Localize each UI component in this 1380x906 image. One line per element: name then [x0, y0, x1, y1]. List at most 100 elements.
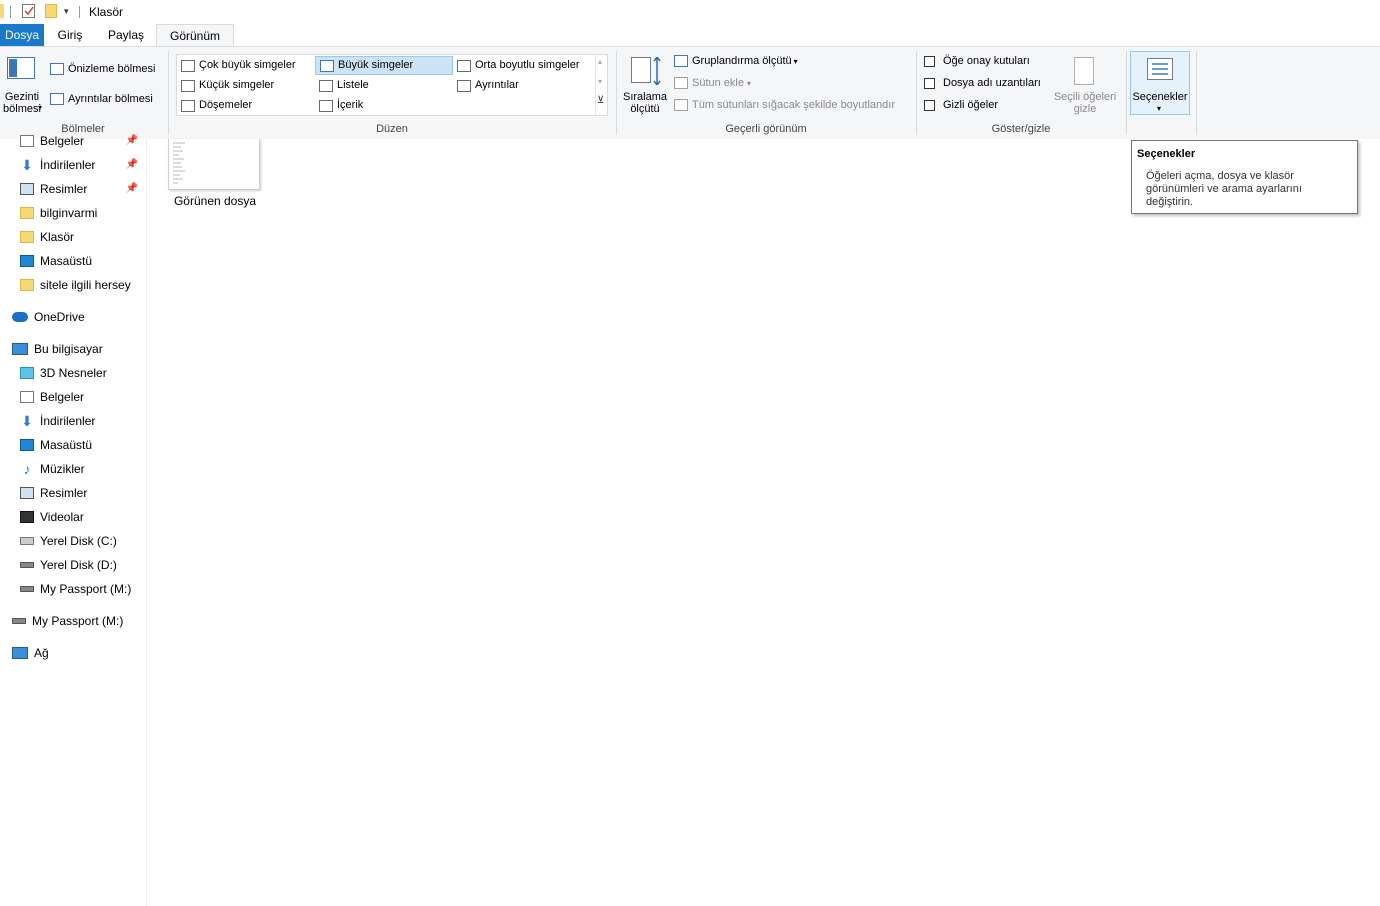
pictures-icon: [20, 183, 34, 195]
divider: [168, 51, 169, 135]
nav-item-label: Yerel Disk (D:): [40, 558, 117, 572]
nav-item-pc-desktop[interactable]: Masaüstü: [20, 435, 92, 455]
hidden-items-toggle[interactable]: Gizli öğeler: [924, 99, 998, 111]
layout-content[interactable]: İçerik: [315, 96, 453, 115]
nav-item-pictures[interactable]: Resimler 📌: [20, 179, 144, 199]
content-pane: [147, 139, 1380, 906]
sort-icon: [631, 57, 651, 83]
group-by-button[interactable]: Gruplandırma ölçütü ▾: [674, 55, 798, 67]
window-title: Klasör: [89, 5, 124, 19]
document-icon: [20, 391, 34, 403]
nav-item-pc-downloads[interactable]: ⬇ İndirilenler: [20, 411, 95, 431]
file-thumbnail[interactable]: [168, 139, 260, 190]
nav-item-label: Bu bilgisayar: [34, 342, 103, 356]
file-label[interactable]: Görünen dosya: [160, 194, 270, 208]
nav-item-label: My Passport (M:): [40, 582, 132, 596]
nav-item-3d-objects[interactable]: 3D Nesneler: [20, 363, 107, 383]
layout-medium-icons[interactable]: Orta boyutlu simgeler: [453, 56, 593, 75]
layout-tiles[interactable]: Döşemeler: [177, 96, 314, 115]
tab-view[interactable]: Görünüm: [156, 24, 234, 47]
title-bar: ▾ Klasör: [0, 0, 1380, 24]
properties-icon[interactable]: [22, 4, 35, 18]
chevron-down-icon[interactable]: ▾: [64, 6, 69, 17]
pin-icon: 📌: [125, 183, 138, 194]
chevron-down-icon[interactable]: ▾: [598, 77, 602, 86]
folder-icon: [0, 4, 4, 18]
nav-item-label: OneDrive: [34, 310, 85, 324]
nav-item-disk-d[interactable]: Yerel Disk (D:): [20, 555, 117, 575]
document-icon: [20, 135, 34, 147]
nav-item-label: Resimler: [40, 486, 88, 500]
layout-small-icons[interactable]: Küçük simgeler: [177, 76, 314, 95]
nav-item-bilginvarmi[interactable]: bilginvarmi: [20, 203, 97, 223]
music-note-icon: ♪: [23, 461, 31, 477]
layout-large-icons[interactable]: Büyük simgeler: [315, 56, 453, 75]
nav-item-videos[interactable]: Videolar: [20, 507, 84, 527]
divider: [10, 6, 11, 18]
nav-item-label: Masaüstü: [40, 438, 93, 452]
nav-item-passport-pc[interactable]: My Passport (M:): [20, 579, 131, 599]
document-preview-icon: [173, 142, 185, 184]
nav-pane-icon: [7, 57, 35, 79]
size-columns-label: Tüm sütunları sığacak şekilde boyutlandı…: [692, 99, 895, 111]
group-by-icon: [674, 55, 688, 67]
tiles-icon: [181, 99, 195, 112]
layout-extra-large-icons[interactable]: Çok büyük simgeler: [177, 56, 314, 75]
nav-item-downloads[interactable]: ⬇ İndirilenler 📌: [20, 155, 144, 175]
chevron-down-icon: ▾: [38, 103, 43, 112]
drive-icon: [20, 586, 34, 592]
hide-selected-icon: [1074, 57, 1094, 85]
tab-file[interactable]: Dosya: [0, 24, 44, 46]
tab-home[interactable]: Giriş: [48, 24, 92, 46]
add-columns-button[interactable]: Sütun ekle ▾: [674, 77, 751, 89]
options-button[interactable]: Seçenekler ▾: [1130, 51, 1190, 115]
nav-item-network[interactable]: Ağ: [12, 643, 49, 663]
large-icons-icon: [320, 59, 334, 72]
item-checkboxes-toggle[interactable]: Öğe onay kutuları: [924, 55, 1030, 67]
file-extensions-toggle[interactable]: Dosya adı uzantıları: [924, 77, 1041, 89]
hidden-items-checkbox[interactable]: [924, 99, 935, 111]
preview-pane-label: Önizleme bölmesi: [68, 63, 156, 75]
tab-share[interactable]: Paylaş: [100, 24, 152, 46]
content-icon: [319, 99, 333, 112]
hidden-items-label: Gizli öğeler: [943, 99, 999, 111]
nav-item-desktop[interactable]: Masaüstü: [20, 251, 92, 271]
nav-pane-button[interactable]: Gezinti bölmesi ▾: [2, 53, 42, 119]
nav-item-onedrive[interactable]: OneDrive: [12, 307, 85, 327]
layout-details[interactable]: Ayrıntılar: [453, 76, 593, 95]
chevron-up-icon[interactable]: ▴: [598, 57, 602, 66]
nav-item-sitele[interactable]: sitele ilgili hersey: [20, 275, 131, 295]
nav-item-documents[interactable]: Belgeler 📌: [20, 131, 144, 151]
divider: [79, 6, 80, 18]
nav-item-music[interactable]: ♪ Müzikler: [20, 459, 85, 479]
details-pane-button[interactable]: Ayrıntılar bölmesi: [50, 93, 153, 105]
item-checkboxes-checkbox[interactable]: [924, 55, 935, 67]
new-folder-icon[interactable]: [45, 4, 57, 18]
nav-item-pc-pictures[interactable]: Resimler: [20, 483, 87, 503]
nav-item-this-pc[interactable]: Bu bilgisayar: [12, 339, 103, 359]
hide-selected-button[interactable]: Seçili öğeleri gizle: [1050, 53, 1120, 119]
pictures-icon: [20, 487, 34, 499]
layout-list[interactable]: Listele: [315, 76, 453, 95]
nav-item-pc-documents[interactable]: Belgeler: [20, 387, 84, 407]
sort-by-button[interactable]: Sıralama ölçütü: [620, 53, 670, 119]
hide-selected-label: Seçili öğeleri gizle: [1053, 91, 1117, 115]
size-columns-button[interactable]: Tüm sütunları sığacak şekilde boyutlandı…: [674, 99, 895, 111]
ribbon-tabs: Dosya Giriş Paylaş Görünüm: [0, 24, 1380, 47]
nav-item-disk-c[interactable]: Yerel Disk (C:): [20, 531, 117, 551]
divider: [1196, 51, 1197, 135]
nav-item-label: bilginvarmi: [40, 206, 98, 220]
nav-item-label: İndirilenler: [40, 158, 96, 172]
file-extensions-checkbox[interactable]: [924, 77, 935, 89]
options-label: Seçenekler: [1132, 91, 1188, 103]
details-pane-label: Ayrıntılar bölmesi: [68, 93, 153, 105]
nav-pane-label: Gezinti bölmesi: [3, 91, 41, 115]
expand-gallery-icon[interactable]: ⊻: [597, 95, 604, 106]
computer-icon: [12, 343, 28, 355]
gallery-scrollbar[interactable]: ▴ ▾ ⊻: [595, 55, 608, 115]
desktop-icon: [20, 255, 34, 267]
nav-item-klasor[interactable]: Klasör: [20, 227, 74, 247]
chevron-down-icon: ▾: [793, 56, 798, 66]
nav-item-passport[interactable]: My Passport (M:): [12, 611, 123, 631]
preview-pane-button[interactable]: Önizleme bölmesi: [50, 63, 155, 75]
